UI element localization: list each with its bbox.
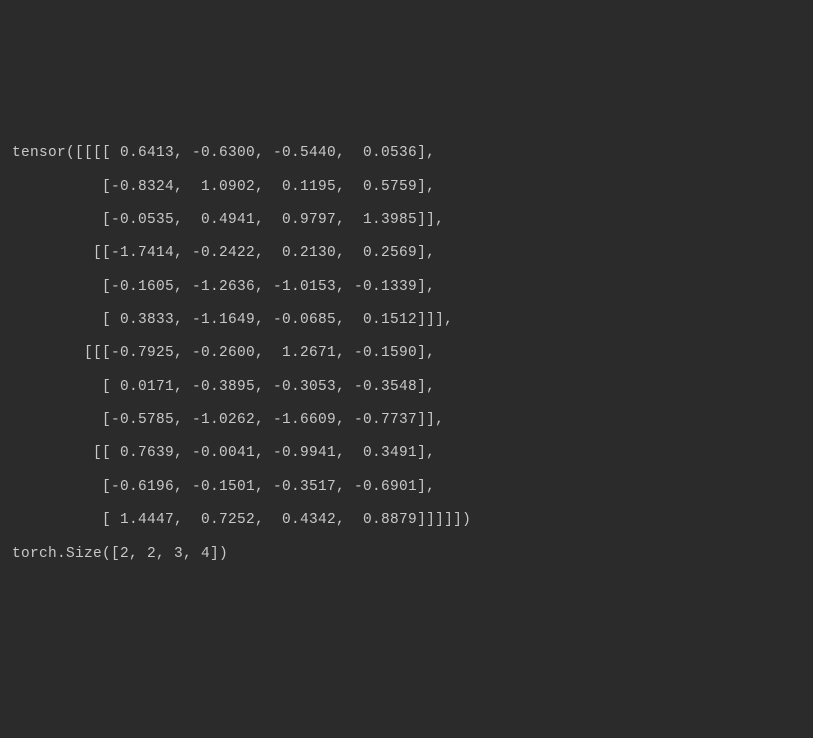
tensor-line: [-0.1605, -1.2636, -1.0153, -0.1339], — [12, 271, 801, 304]
tensor-line: [-0.0535, 0.4941, 0.9797, 1.3985]], — [12, 204, 801, 237]
tensor-line: [[ 0.7639, -0.0041, -0.9941, 0.3491], — [12, 437, 801, 470]
tensor-output: tensor([[[[ 0.6413, -0.6300, -0.5440, 0.… — [12, 137, 801, 570]
tensor-line: [-0.5785, -1.0262, -1.6609, -0.7737]], — [12, 404, 801, 437]
tensor-line: [-0.6196, -0.1501, -0.3517, -0.6901], — [12, 471, 801, 504]
tensor-line: [[[-0.7925, -0.2600, 1.2671, -0.1590], — [12, 337, 801, 370]
tensor-line: [ 1.4447, 0.7252, 0.4342, 0.8879]]]]]) — [12, 504, 801, 537]
size-line: torch.Size([2, 2, 3, 4]) — [12, 538, 801, 571]
tensor-line: [ 0.3833, -1.1649, -0.0685, 0.1512]]], — [12, 304, 801, 337]
tensor-line: [ 0.0171, -0.3895, -0.3053, -0.3548], — [12, 371, 801, 404]
tensor-line: [[-1.7414, -0.2422, 0.2130, 0.2569], — [12, 237, 801, 270]
tensor-line: tensor([[[[ 0.6413, -0.6300, -0.5440, 0.… — [12, 137, 801, 170]
tensor-line: [-0.8324, 1.0902, 0.1195, 0.5759], — [12, 171, 801, 204]
